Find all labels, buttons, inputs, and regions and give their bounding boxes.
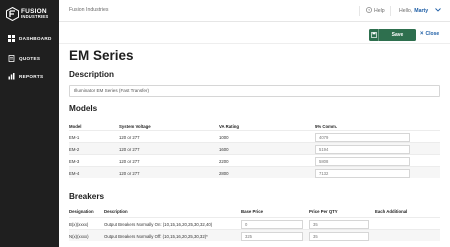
model-cell: EM-3 [69, 158, 80, 164]
models-heading: Models [69, 104, 98, 113]
brand-logo[interactable]: FUSION INDUSTRIES [6, 5, 56, 23]
va-rating-cell: 1000 [219, 134, 229, 140]
description-cell: Output Breakers Normally Off: (10,15,16,… [104, 233, 208, 239]
help-link[interactable]: ? Help [359, 6, 385, 16]
price-per-qty-input[interactable]: 35 [309, 219, 369, 229]
voltage-cell: 120 or 277 [119, 170, 140, 176]
commission-input[interactable]: 4079 [315, 132, 410, 142]
save-icon [369, 29, 379, 41]
table-row: EM-2 120 or 277 1600 5194 [69, 142, 440, 154]
sidebar-item-label: QUOTES [19, 55, 41, 61]
va-rating-cell: 2800 [219, 170, 229, 176]
page-title: EM Series [69, 48, 134, 63]
voltage-cell: 120 or 277 [119, 158, 140, 164]
table-row: EM-4 120 or 277 2800 7132 [69, 166, 440, 178]
header-divider [59, 43, 450, 44]
va-rating-cell: 1600 [219, 146, 229, 152]
chevron-down-icon [435, 8, 441, 14]
close-button-label: Close [425, 31, 440, 37]
sidebar-item-reports[interactable]: REPORTS [8, 71, 43, 81]
va-rating-cell: 2200 [219, 158, 229, 164]
column-header: Description [104, 209, 128, 214]
save-button-label: Save [391, 32, 404, 38]
table-row: EM-3 120 or 277 2200 5808 [69, 154, 440, 166]
base-price-input[interactable]: 325 [241, 231, 303, 241]
help-icon: ? [366, 7, 372, 15]
description-heading: Description [69, 70, 115, 79]
close-button[interactable]: × Close [420, 31, 439, 37]
save-button[interactable]: Save [369, 29, 416, 41]
commission-input[interactable]: 5194 [315, 144, 410, 154]
user-name: Marty [414, 8, 429, 14]
commission-input[interactable]: 7132 [315, 168, 410, 178]
designation-cell: N(x)(xxxx) [69, 233, 89, 239]
column-header: 5% Comm. [315, 124, 337, 129]
column-header: System Voltage [119, 124, 151, 129]
brand-subname: INDUSTRIES [21, 14, 49, 20]
column-header: Price Per QTY [309, 209, 338, 214]
topbar: Fusion Industries ? Help Hello, Marty [59, 0, 450, 22]
sidebar-item-dashboard[interactable]: DASHBOARD [8, 33, 52, 43]
reports-icon [8, 72, 15, 80]
column-header: Base Price [241, 209, 263, 214]
price-per-qty-input[interactable]: 35 [309, 231, 369, 241]
help-label: Help [374, 8, 385, 14]
description-cell: Output Breakers Normally On: (10,15,16,2… [104, 221, 213, 227]
quotes-icon [8, 54, 15, 62]
column-header: Model [69, 124, 82, 129]
column-header: Each Additional [375, 209, 408, 214]
close-icon: × [420, 31, 424, 37]
table-row: N(x)(xxxx) Output Breakers Normally Off:… [69, 229, 440, 241]
column-header: VA Rating [219, 124, 240, 129]
dashboard-icon [8, 34, 15, 42]
sidebar-item-label: REPORTS [19, 73, 44, 79]
table-row: B(x)(xxxx) Output Breakers Normally On: … [69, 217, 440, 229]
column-header: Designation [69, 209, 94, 214]
user-menu[interactable]: Hello, Marty [390, 6, 441, 16]
company-name: Fusion Industries [69, 7, 109, 13]
model-cell: EM-2 [69, 146, 80, 152]
sidebar-item-quotes[interactable]: QUOTES [8, 53, 40, 63]
breakers-heading: Breakers [69, 192, 105, 201]
fusion-logo-icon [6, 7, 19, 21]
voltage-cell: 120 or 277 [119, 146, 140, 152]
table-row: EM-1 120 or 277 1000 4079 [69, 130, 440, 142]
designation-cell: B(x)(xxxx) [69, 221, 89, 227]
voltage-cell: 120 or 277 [119, 134, 140, 140]
model-cell: EM-1 [69, 134, 80, 140]
base-price-input[interactable]: 0 [241, 219, 303, 229]
description-input[interactable]: Illuminator EM Series (Fast Transfer) [69, 85, 440, 97]
sidebar-item-label: DASHBOARD [19, 35, 52, 41]
greeting-label: Hello, [399, 8, 413, 14]
model-cell: EM-4 [69, 170, 80, 176]
sidebar: FUSION INDUSTRIES DASHBOARD QUOTES REPOR… [0, 0, 59, 247]
commission-input[interactable]: 5808 [315, 156, 410, 166]
